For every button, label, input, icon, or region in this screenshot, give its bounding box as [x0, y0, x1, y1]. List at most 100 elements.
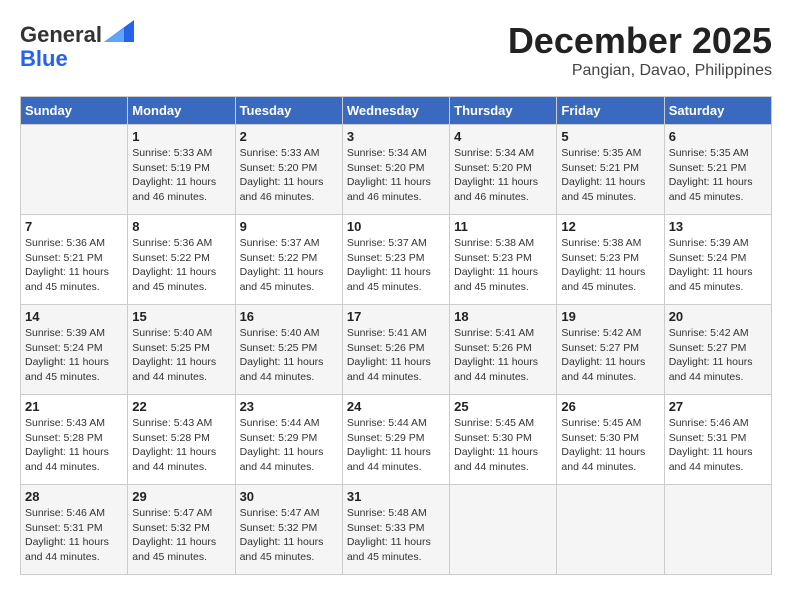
logo: General Blue [20, 20, 134, 71]
day-number: 4 [454, 129, 552, 144]
calendar-week-row: 7Sunrise: 5:36 AM Sunset: 5:21 PM Daylig… [21, 215, 772, 305]
day-info: Sunrise: 5:33 AM Sunset: 5:19 PM Dayligh… [132, 146, 230, 205]
day-info: Sunrise: 5:39 AM Sunset: 5:24 PM Dayligh… [25, 326, 123, 385]
location-title: Pangian, Davao, Philippines [508, 62, 772, 80]
day-info: Sunrise: 5:37 AM Sunset: 5:23 PM Dayligh… [347, 236, 445, 295]
calendar-cell: 29 Sunrise: 5:47 AM Sunset: 5:32 PM Dayli… [128, 485, 235, 575]
calendar-cell [664, 485, 771, 575]
day-info: Sunrise: 5:33 AM Sunset: 5:20 PM Dayligh… [240, 146, 338, 205]
calendar-cell: 27 Sunrise: 5:46 AM Sunset: 5:31 PM Dayli… [664, 395, 771, 485]
calendar-cell: 12 Sunrise: 5:38 AM Sunset: 5:23 PM Dayli… [557, 215, 664, 305]
calendar-cell: 31 Sunrise: 5:48 AM Sunset: 5:33 PM Dayli… [342, 485, 449, 575]
calendar-cell: 15 Sunrise: 5:40 AM Sunset: 5:25 PM Dayli… [128, 305, 235, 395]
calendar-cell: 5 Sunrise: 5:35 AM Sunset: 5:21 PM Daylig… [557, 125, 664, 215]
day-info: Sunrise: 5:46 AM Sunset: 5:31 PM Dayligh… [25, 506, 123, 565]
day-number: 14 [25, 309, 123, 324]
day-number: 31 [347, 489, 445, 504]
day-number: 22 [132, 399, 230, 414]
calendar-week-row: 21 Sunrise: 5:43 AM Sunset: 5:28 PM Dayli… [21, 395, 772, 485]
calendar-table: SundayMondayTuesdayWednesdayThursdayFrid… [20, 96, 772, 575]
calendar-week-row: 14 Sunrise: 5:39 AM Sunset: 5:24 PM Dayli… [21, 305, 772, 395]
day-info: Sunrise: 5:46 AM Sunset: 5:31 PM Dayligh… [669, 416, 767, 475]
header-sunday: Sunday [21, 97, 128, 125]
day-info: Sunrise: 5:36 AM Sunset: 5:21 PM Dayligh… [25, 236, 123, 295]
day-number: 2 [240, 129, 338, 144]
day-info: Sunrise: 5:43 AM Sunset: 5:28 PM Dayligh… [132, 416, 230, 475]
calendar-cell: 22 Sunrise: 5:43 AM Sunset: 5:28 PM Dayli… [128, 395, 235, 485]
day-info: Sunrise: 5:35 AM Sunset: 5:21 PM Dayligh… [561, 146, 659, 205]
calendar-cell: 7Sunrise: 5:36 AM Sunset: 5:21 PM Daylig… [21, 215, 128, 305]
calendar-cell: 10 Sunrise: 5:37 AM Sunset: 5:23 PM Dayli… [342, 215, 449, 305]
day-number: 28 [25, 489, 123, 504]
header-tuesday: Tuesday [235, 97, 342, 125]
day-number: 30 [240, 489, 338, 504]
day-number: 18 [454, 309, 552, 324]
day-info: Sunrise: 5:48 AM Sunset: 5:33 PM Dayligh… [347, 506, 445, 565]
day-number: 15 [132, 309, 230, 324]
calendar-header-row: SundayMondayTuesdayWednesdayThursdayFrid… [21, 97, 772, 125]
day-number: 1 [132, 129, 230, 144]
day-info: Sunrise: 5:44 AM Sunset: 5:29 PM Dayligh… [240, 416, 338, 475]
header-friday: Friday [557, 97, 664, 125]
calendar-cell [557, 485, 664, 575]
header-saturday: Saturday [664, 97, 771, 125]
day-number: 16 [240, 309, 338, 324]
calendar-cell: 11 Sunrise: 5:38 AM Sunset: 5:23 PM Dayli… [450, 215, 557, 305]
header-monday: Monday [128, 97, 235, 125]
calendar-cell [450, 485, 557, 575]
day-number: 29 [132, 489, 230, 504]
day-info: Sunrise: 5:36 AM Sunset: 5:22 PM Dayligh… [132, 236, 230, 295]
calendar-cell: 4 Sunrise: 5:34 AM Sunset: 5:20 PM Daylig… [450, 125, 557, 215]
day-info: Sunrise: 5:42 AM Sunset: 5:27 PM Dayligh… [561, 326, 659, 385]
calendar-cell [21, 125, 128, 215]
day-info: Sunrise: 5:42 AM Sunset: 5:27 PM Dayligh… [669, 326, 767, 385]
calendar-cell: 30Sunrise: 5:47 AM Sunset: 5:32 PM Dayli… [235, 485, 342, 575]
calendar-cell: 20 Sunrise: 5:42 AM Sunset: 5:27 PM Dayli… [664, 305, 771, 395]
calendar-cell: 14 Sunrise: 5:39 AM Sunset: 5:24 PM Dayli… [21, 305, 128, 395]
day-info: Sunrise: 5:44 AM Sunset: 5:29 PM Dayligh… [347, 416, 445, 475]
header-thursday: Thursday [450, 97, 557, 125]
day-number: 17 [347, 309, 445, 324]
day-info: Sunrise: 5:43 AM Sunset: 5:28 PM Dayligh… [25, 416, 123, 475]
logo-general: General [20, 22, 102, 47]
calendar-cell: 21 Sunrise: 5:43 AM Sunset: 5:28 PM Dayli… [21, 395, 128, 485]
calendar-cell: 19 Sunrise: 5:42 AM Sunset: 5:27 PM Dayli… [557, 305, 664, 395]
calendar-cell: 16Sunrise: 5:40 AM Sunset: 5:25 PM Dayli… [235, 305, 342, 395]
day-number: 13 [669, 219, 767, 234]
logo-blue: Blue [20, 46, 68, 71]
day-info: Sunrise: 5:45 AM Sunset: 5:30 PM Dayligh… [561, 416, 659, 475]
calendar-cell: 2 Sunrise: 5:33 AM Sunset: 5:20 PM Daylig… [235, 125, 342, 215]
calendar-week-row: 1 Sunrise: 5:33 AM Sunset: 5:19 PM Daylig… [21, 125, 772, 215]
day-info: Sunrise: 5:38 AM Sunset: 5:23 PM Dayligh… [561, 236, 659, 295]
day-number: 8 [132, 219, 230, 234]
calendar-cell: 26Sunrise: 5:45 AM Sunset: 5:30 PM Dayli… [557, 395, 664, 485]
day-number: 5 [561, 129, 659, 144]
day-info: Sunrise: 5:37 AM Sunset: 5:22 PM Dayligh… [240, 236, 338, 295]
calendar-cell: 13Sunrise: 5:39 AM Sunset: 5:24 PM Dayli… [664, 215, 771, 305]
header-wednesday: Wednesday [342, 97, 449, 125]
day-number: 21 [25, 399, 123, 414]
calendar-week-row: 28 Sunrise: 5:46 AM Sunset: 5:31 PM Dayli… [21, 485, 772, 575]
day-info: Sunrise: 5:35 AM Sunset: 5:21 PM Dayligh… [669, 146, 767, 205]
calendar-cell: 24Sunrise: 5:44 AM Sunset: 5:29 PM Dayli… [342, 395, 449, 485]
day-info: Sunrise: 5:45 AM Sunset: 5:30 PM Dayligh… [454, 416, 552, 475]
day-number: 20 [669, 309, 767, 324]
day-number: 23 [240, 399, 338, 414]
day-info: Sunrise: 5:38 AM Sunset: 5:23 PM Dayligh… [454, 236, 552, 295]
day-number: 27 [669, 399, 767, 414]
day-info: Sunrise: 5:47 AM Sunset: 5:32 PM Dayligh… [132, 506, 230, 565]
day-info: Sunrise: 5:34 AM Sunset: 5:20 PM Dayligh… [347, 146, 445, 205]
day-number: 11 [454, 219, 552, 234]
page-header: General Blue December 2025 Pangian, Dava… [20, 20, 772, 80]
day-number: 12 [561, 219, 659, 234]
day-number: 19 [561, 309, 659, 324]
calendar-cell: 23 Sunrise: 5:44 AM Sunset: 5:29 PM Dayli… [235, 395, 342, 485]
calendar-cell: 6Sunrise: 5:35 AM Sunset: 5:21 PM Daylig… [664, 125, 771, 215]
day-info: Sunrise: 5:41 AM Sunset: 5:26 PM Dayligh… [454, 326, 552, 385]
day-number: 10 [347, 219, 445, 234]
month-title: December 2025 [508, 20, 772, 62]
day-number: 25 [454, 399, 552, 414]
day-info: Sunrise: 5:34 AM Sunset: 5:20 PM Dayligh… [454, 146, 552, 205]
day-info: Sunrise: 5:40 AM Sunset: 5:25 PM Dayligh… [132, 326, 230, 385]
calendar-cell: 3Sunrise: 5:34 AM Sunset: 5:20 PM Daylig… [342, 125, 449, 215]
